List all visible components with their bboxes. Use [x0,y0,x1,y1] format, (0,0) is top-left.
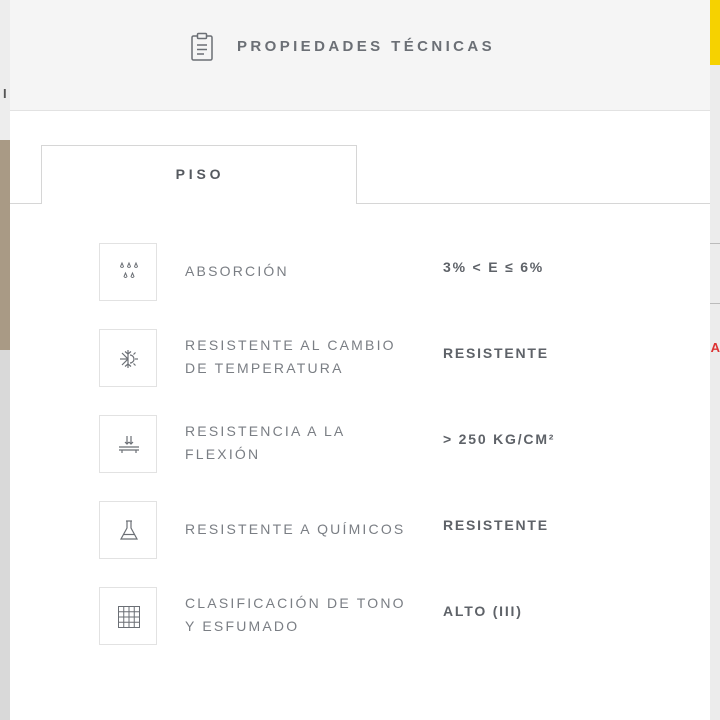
property-value: ALTO (III) [443,603,523,619]
property-value: RESISTENTE [443,517,549,533]
property-row-flexion: RESISTENCIA A LA FLEXIÓN > 250 KG/CM² [99,415,699,475]
property-label-line: RESISTENCIA A LA [185,423,346,439]
background-left-panel [0,0,10,140]
property-label: CLASIFICACIÓN DE TONO Y ESFUMADO [185,592,420,638]
modal-header: PROPIEDADES TÉCNICAS [10,0,710,111]
property-label: RESISTENTE AL CAMBIO DE TEMPERATURA [185,334,420,380]
property-label: ABSORCIÓN [185,260,420,283]
property-row-absorcion: ABSORCIÓN 3% < E ≤ 6% [99,243,699,303]
property-label-line: DE TEMPERATURA [185,360,344,376]
property-label-line: CLASIFICACIÓN DE TONO [185,595,406,611]
tab-piso[interactable]: PISO [41,145,357,204]
property-value: 3% < E ≤ 6% [443,259,545,275]
property-label-line: RESISTENTE A QUÍMICOS [185,521,406,537]
property-row-tono: CLASIFICACIÓN DE TONO Y ESFUMADO ALTO (I… [99,587,699,647]
background-right-panel [710,0,720,720]
background-right-text: A [710,340,720,355]
background-yellow-accent [710,0,720,65]
property-label-line: ABSORCIÓN [185,263,289,279]
tab-label: PISO [175,166,225,182]
background-left-text: I [3,86,7,101]
snowflake-sun-icon [99,329,157,387]
background-divider [710,303,720,304]
water-drops-icon [99,243,157,301]
background-product-image [0,140,10,350]
grid-icon [99,587,157,645]
property-label-line: Y ESFUMADO [185,618,300,634]
technical-properties-modal: PROPIEDADES TÉCNICAS PISO ABSORCIÓN 3% <… [10,0,710,720]
property-label-line: RESISTENTE AL CAMBIO [185,337,396,353]
property-label: RESISTENTE A QUÍMICOS [185,518,420,541]
background-divider [710,243,720,244]
flexion-press-icon [99,415,157,473]
clipboard-icon [190,32,214,62]
modal-title: PROPIEDADES TÉCNICAS [237,38,496,55]
property-label: RESISTENCIA A LA FLEXIÓN [185,420,420,466]
property-row-quimicos: RESISTENTE A QUÍMICOS RESISTENTE [99,501,699,561]
property-label-line: FLEXIÓN [185,446,261,462]
property-value: RESISTENTE [443,345,549,361]
flask-icon [99,501,157,559]
property-value: > 250 KG/CM² [443,431,556,447]
property-row-temperatura: RESISTENTE AL CAMBIO DE TEMPERATURA RESI… [99,329,699,389]
